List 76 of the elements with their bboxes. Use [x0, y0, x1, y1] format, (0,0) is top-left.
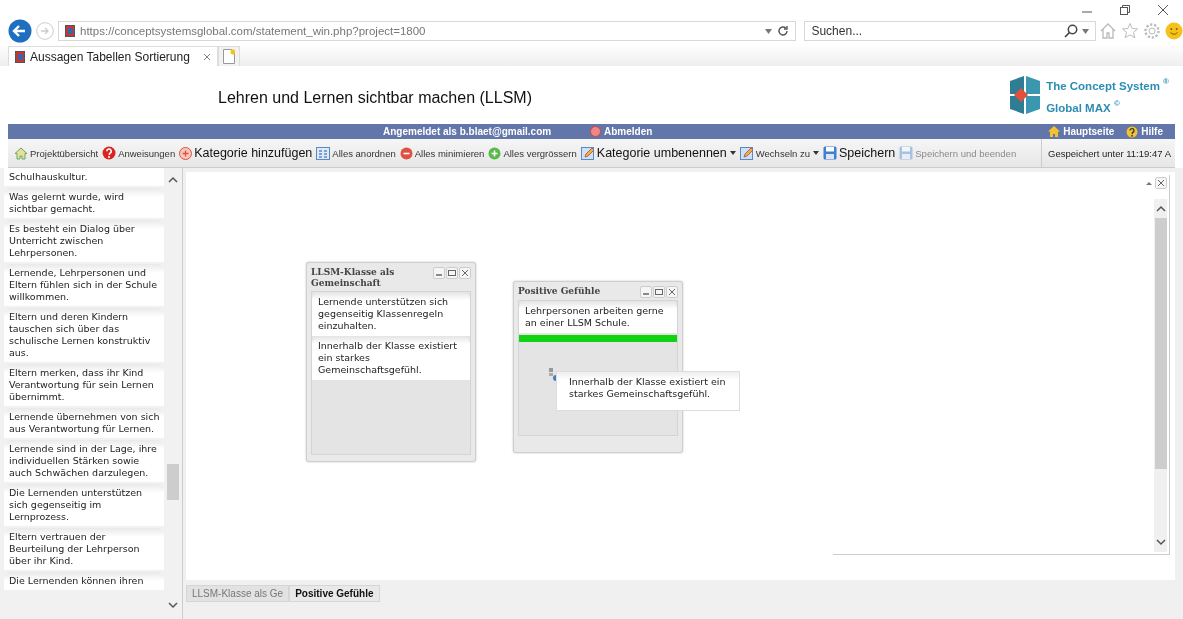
refresh-icon[interactable] — [777, 25, 790, 37]
save-icon — [899, 146, 914, 160]
logout-icon — [590, 126, 601, 137]
home-icon — [1048, 126, 1061, 137]
new-page-icon — [222, 49, 235, 64]
statement-card[interactable]: Eltern und deren Kindern tauschen sich über das schulische Lernen konstruktiv aus. — [4, 308, 164, 362]
statement-card[interactable]: Schulhauskultur. — [4, 168, 164, 186]
toolbar-button[interactable]: Alles anordnen — [314, 142, 398, 164]
statement-card[interactable]: Lernende übernehmen von sich aus Verantwortung für Lernen. — [4, 408, 164, 438]
toolbar-button[interactable]: Kategorie umbenennen — [578, 142, 738, 164]
toolbar-button[interactable]: Projektübersicht — [12, 142, 101, 164]
new-tab-button[interactable] — [217, 46, 240, 66]
header-link[interactable]: Hauptseite — [1048, 126, 1115, 137]
remove-icon — [399, 146, 413, 160]
scrollbar-thumb[interactable] — [1154, 218, 1167, 469]
statement-card[interactable]: Was gelernt wurde, wird sichtbar gemacht. — [4, 188, 164, 218]
toolbar-button[interactable]: Alles vergrössern — [486, 142, 579, 164]
dropdown-icon[interactable] — [765, 28, 773, 34]
scroll-up-icon[interactable] — [1155, 205, 1166, 212]
logout-link[interactable]: Abmelden — [590, 126, 1049, 137]
star-icon[interactable] — [1121, 22, 1139, 40]
statement-card[interactable]: Lernende, Lehrpersonen und Eltern fühlen sich in der Schule willkommen. — [4, 264, 164, 306]
category-tab[interactable]: Positive Gefühle — [289, 585, 380, 602]
statement-card[interactable]: Eltern vertrauen der Beurteilung der Lehrperson über ihr Kind. — [4, 528, 164, 570]
logo-icon — [1008, 75, 1043, 115]
add-icon — [179, 146, 193, 160]
statement-card[interactable]: Innerhalb der Klasse existiert ein starkes Gemeinschaftsgefühl. — [312, 336, 470, 380]
maximize-icon[interactable] — [446, 267, 458, 279]
save-status: Gespeichert unter 11:19:47 A — [1041, 138, 1175, 168]
toolbar-button[interactable]: Kategorie hinzufügen — [177, 142, 315, 164]
statement-card[interactable]: Lernende unterstützen sich gegenseitig Klassenregeln einzuhalten. — [312, 292, 470, 336]
address-field[interactable]: https://conceptsystemsglobal.com/statement_win.php?project=1800 — [58, 21, 797, 41]
minimize-icon[interactable] — [640, 286, 652, 298]
grid-icon — [316, 146, 331, 160]
maximize-icon[interactable] — [653, 286, 665, 298]
page-icon — [65, 25, 75, 37]
scroll-up-icon[interactable] — [168, 176, 178, 183]
help-icon — [102, 146, 117, 160]
statement-card[interactable]: Die Lernenden unterstützen sich gegenseitig im Lernprozess. — [4, 484, 164, 526]
logo-text: Global MAX $^{©}$ — [1046, 98, 1121, 116]
close-icon[interactable] — [1157, 4, 1169, 16]
edit-icon — [739, 146, 754, 160]
restore-icon[interactable] — [1119, 4, 1131, 16]
category-tab[interactable]: LLSM-Klasse als Ge — [186, 585, 290, 602]
edit-icon — [580, 146, 595, 160]
statement-card[interactable]: Eltern merken, dass ihr Kind Verantwortung für sein Lernen übernimmt. — [4, 364, 164, 406]
statement-card[interactable]: Die Lernenden können ihren — [4, 572, 164, 590]
smiley-icon[interactable] — [1165, 22, 1183, 40]
minimize-icon[interactable] — [433, 267, 445, 279]
scroll-down-icon[interactable] — [168, 602, 178, 609]
toolbar-button[interactable]: Speichern — [821, 142, 898, 164]
statement-card[interactable]: Es besteht ein Dialog über Unterricht zwischen Lehrpersonen. — [4, 220, 164, 262]
scroll-down-icon[interactable] — [1155, 539, 1166, 546]
page-title: Lehren und Lernen sichtbar machen (LLSM) — [218, 89, 533, 107]
dragged-statement-card[interactable]: Innerhalb der Klasse existiert ein starkes Gemeinschaftsgefühl. — [556, 371, 740, 411]
header-link[interactable]: Hilfe — [1126, 125, 1163, 138]
category-title: Positive Gefühle — [518, 286, 602, 297]
save-icon — [823, 146, 837, 160]
add-icon — [488, 146, 502, 160]
signed-in-text: Angemeldet als b.blaet@gmail.com — [383, 126, 553, 137]
category-window[interactable]: LLSM-Klasse als Gemeinschaft Lernende unterstützen sich gegenseitig Klassenregeln einzuhalten. Innerhalb der Klasse existiert ein starkes Gemeinschaftsgefühl. — [306, 262, 476, 462]
back-icon[interactable] — [8, 19, 32, 43]
close-icon[interactable] — [202, 52, 211, 61]
toolbar-button[interactable]: Anweisungen — [100, 142, 178, 164]
statement-card[interactable]: Lernende sind in der Lage, ihre individuellen Stärken sowie auch Schwächen darzulegen. — [4, 440, 164, 482]
scrollbar-thumb[interactable] — [167, 464, 179, 500]
toolbar-button[interactable]: Alles minimieren — [397, 142, 487, 164]
category-title: LLSM-Klasse als Gemeinschaft — [311, 267, 396, 289]
logo-text: The Concept System $^{®}$ — [1046, 76, 1169, 94]
browser-tab[interactable]: Aussagen Tabellen Sortierung — [8, 46, 218, 66]
search-field[interactable]: Suchen... — [804, 21, 1097, 41]
help-icon — [1126, 125, 1139, 138]
page-icon — [15, 50, 25, 63]
home-icon — [14, 146, 28, 160]
toolbar-button[interactable]: Wechseln zu — [737, 142, 821, 164]
statement-card[interactable]: Lehrpersonen arbeiten gerne an einer LLSM Schule. — [519, 301, 677, 333]
